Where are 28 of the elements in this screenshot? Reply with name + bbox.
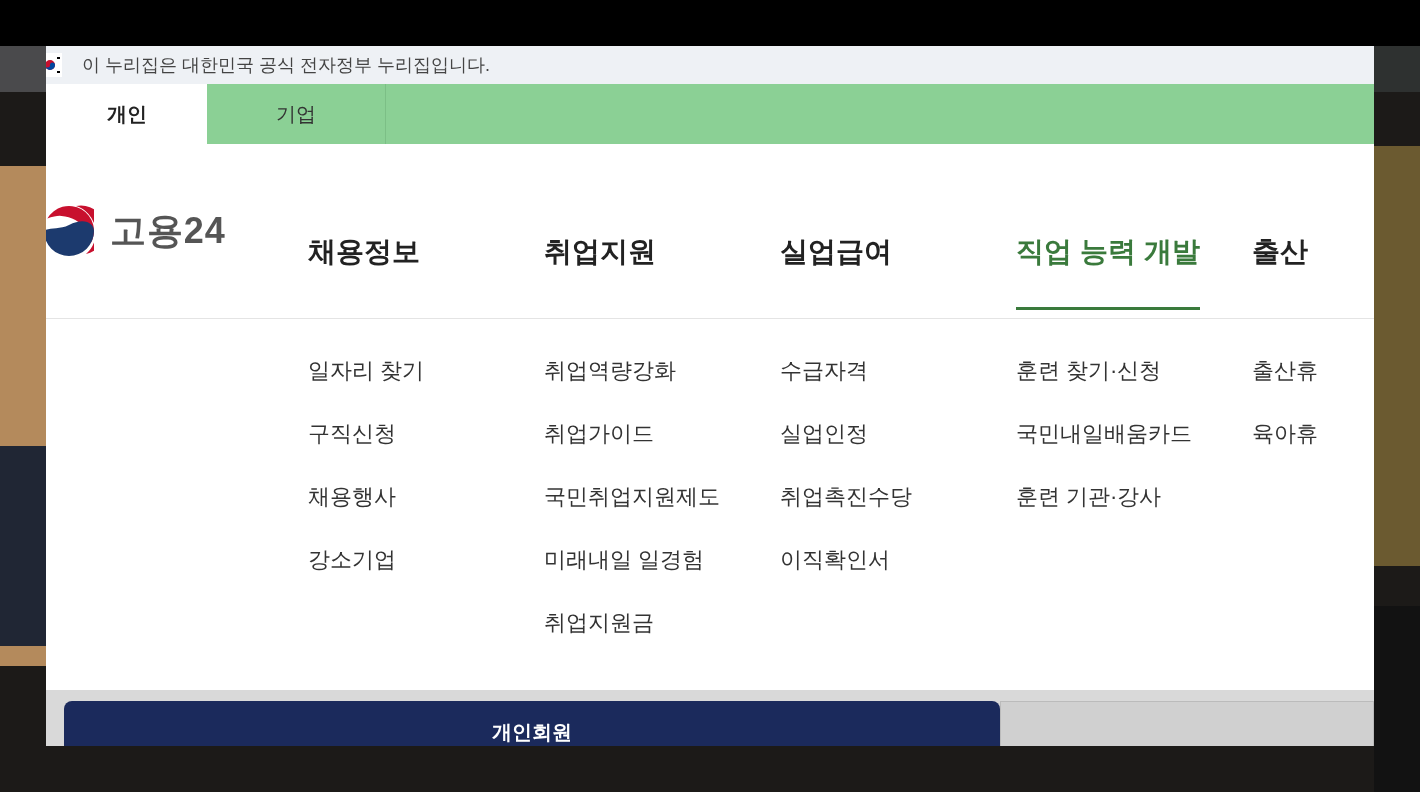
member-tab[interactable]: 개인회원 — [64, 701, 1000, 746]
submenu-link[interactable]: 훈련 기관·강사 — [1016, 482, 1162, 512]
submenu-link[interactable]: 취업가이드 — [544, 419, 654, 449]
banner-text: 이 누리집은 대한민국 공식 전자정부 누리집입니다. — [82, 53, 490, 77]
submenu-link[interactable]: 실업인정 — [780, 419, 868, 449]
submenu-link[interactable]: 취업지원금 — [544, 608, 654, 638]
nav-menu-item[interactable]: 실업급여 — [780, 156, 892, 310]
nav-menu-item[interactable]: 채용정보 — [308, 156, 420, 310]
submenu-link[interactable]: 육아휴 — [1252, 419, 1318, 449]
submenu-link[interactable]: 채용행사 — [308, 482, 396, 512]
submenu-link[interactable]: 국민취업지원제도 — [544, 482, 720, 512]
submenu-link[interactable]: 훈련 찾기·신청 — [1016, 356, 1162, 386]
flag-icon — [46, 53, 62, 77]
tab[interactable]: 개인 — [46, 84, 207, 144]
submenu-link[interactable]: 수급자격 — [780, 356, 868, 386]
submenu-link[interactable]: 출산휴 — [1252, 356, 1318, 386]
submenu-link[interactable]: 미래내일 일경험 — [544, 545, 705, 575]
nav-menu-item[interactable]: 취업지원 — [544, 156, 656, 310]
submenu-link[interactable]: 국민내일배움카드 — [1016, 419, 1192, 449]
nav-menu-item[interactable]: 직업 능력 개발 — [1016, 156, 1200, 310]
submenu-link[interactable]: 이직확인서 — [780, 545, 890, 575]
submenu-link[interactable]: 취업촉진수당 — [780, 482, 912, 512]
submenu-link[interactable]: 강소기업 — [308, 545, 396, 575]
submenu-link[interactable]: 구직신청 — [308, 419, 396, 449]
logo-text: 고용24 — [110, 209, 226, 253]
submenu-link[interactable]: 취업역량강화 — [544, 356, 676, 386]
submenu-link[interactable]: 일자리 찾기 — [308, 356, 425, 386]
nav-menu-item[interactable]: 출산 — [1252, 156, 1308, 310]
